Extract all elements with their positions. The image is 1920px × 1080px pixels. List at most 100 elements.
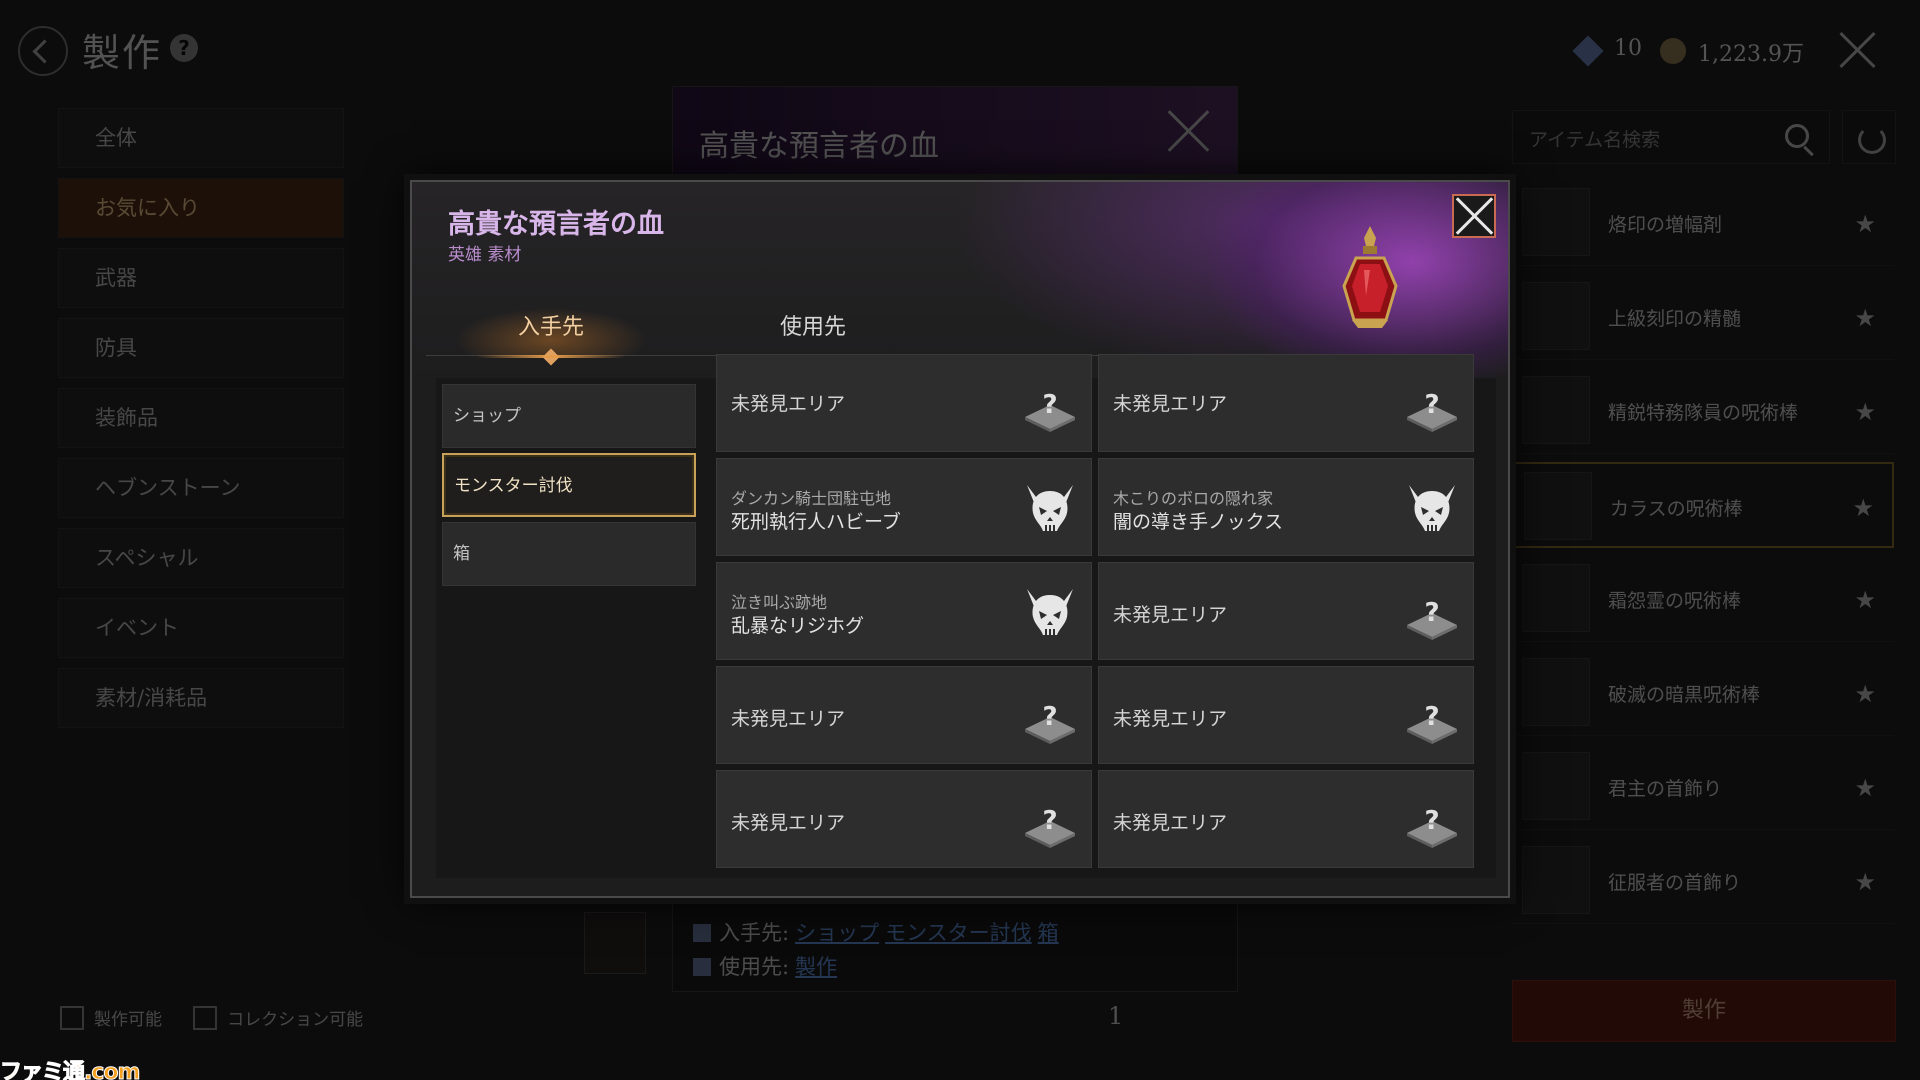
item-search-input[interactable]: アイテム名検索 <box>1512 110 1830 164</box>
entry-name: 未発見エリア <box>1113 393 1228 415</box>
category-item-special[interactable]: スペシャル <box>58 528 344 588</box>
search-icon[interactable] <box>1785 124 1809 148</box>
filter-checkboxes: 製作可能 コレクション可能 <box>60 1005 389 1034</box>
use-icon <box>693 958 711 976</box>
recipe-list: 烙印の増幅剤 ★ 上級刻印の精髄 ★ 精鋭特務隊員の呪術棒 ★ カラスの呪術棒 ★ 霜怨… <box>1512 180 1894 932</box>
star-icon[interactable]: ★ <box>1854 398 1876 426</box>
refresh-button[interactable] <box>1842 110 1896 164</box>
star-icon[interactable]: ★ <box>1854 868 1876 896</box>
top-bar: 製作 ? 10 1,223.9万 <box>0 0 1920 100</box>
source-category-monster[interactable]: モンスター討伐 <box>442 453 696 517</box>
category-item-all[interactable]: 全体 <box>58 108 344 168</box>
category-item-armor[interactable]: 防具 <box>58 318 344 378</box>
recipe-row[interactable]: 征服者の首飾り ★ <box>1512 838 1894 924</box>
use-link-craft[interactable]: 製作 <box>795 955 837 979</box>
recipe-row[interactable]: 上級刻印の精髄 ★ <box>1512 274 1894 360</box>
recipe-row[interactable]: 烙印の増幅剤 ★ <box>1512 180 1894 266</box>
entry-name: 未発見エリア <box>1113 708 1228 730</box>
category-item-weapons[interactable]: 武器 <box>58 248 344 308</box>
potion-icon <box>1342 226 1398 328</box>
item-name: 烙印の増幅剤 <box>1608 214 1723 236</box>
unknown-area-icon: ? <box>1407 702 1457 744</box>
source-entry[interactable]: 未発見エリア ? <box>1098 562 1474 660</box>
item-name: カラスの呪術棒 <box>1610 498 1743 520</box>
star-icon[interactable]: ★ <box>1854 210 1876 238</box>
modal-title: 高貴な預言者の血 <box>448 209 664 240</box>
unknown-area-icon: ? <box>1025 390 1075 432</box>
search-placeholder: アイテム名検索 <box>1529 129 1661 151</box>
source-category-box[interactable]: 箱 <box>442 522 696 586</box>
entry-area: ダンカン騎士団駐屯地 <box>731 489 892 508</box>
monster-skull-icon <box>1027 485 1073 531</box>
entry-name: 未発見エリア <box>731 393 846 415</box>
modal-content: ショップ モンスター討伐 箱 未発見エリア ? 未発見エリア ? ダンカン騎士団… <box>436 354 1496 878</box>
category-item-heavenstone[interactable]: ヘブンストーン <box>58 458 344 518</box>
star-icon[interactable]: ★ <box>1854 680 1876 708</box>
gold-count: 1,223.9万 <box>1698 42 1804 67</box>
entry-name: 乱暴なリジホグ <box>731 615 865 637</box>
source-category-shop[interactable]: ショップ <box>442 384 696 448</box>
material-thumbnail[interactable] <box>584 912 646 974</box>
tab-acquire[interactable]: 入手先 <box>446 300 656 366</box>
modal-close-button[interactable] <box>1452 194 1496 238</box>
source-entry[interactable]: ダンカン騎士団駐屯地 死刑執行人ハビーブ <box>716 458 1092 556</box>
recipe-row-selected[interactable]: カラスの呪術棒 ★ <box>1512 462 1894 548</box>
checkbox-box[interactable] <box>193 1005 218 1030</box>
item-name: 上級刻印の精髄 <box>1608 308 1742 330</box>
item-thumbnail <box>1522 564 1590 632</box>
tab-usage[interactable]: 使用先 <box>708 300 918 356</box>
category-item-materials[interactable]: 素材/消耗品 <box>58 668 344 728</box>
svg-text:?: ? <box>1424 806 1439 836</box>
category-item-accessories[interactable]: 装飾品 <box>58 388 344 448</box>
unknown-area-icon: ? <box>1407 598 1457 640</box>
svg-text:?: ? <box>1424 390 1439 420</box>
item-thumbnail <box>1524 472 1592 540</box>
entry-name: 未発見エリア <box>1113 604 1228 626</box>
help-icon[interactable]: ? <box>170 34 198 62</box>
source-entry[interactable]: 未発見エリア ? <box>716 666 1092 764</box>
star-icon[interactable]: ★ <box>1854 586 1876 614</box>
close-screen-icon[interactable] <box>1838 30 1878 70</box>
acquisition-modal: 高貴な預言者の血 英雄 素材 入手先 使用先 ショップ モンスター討伐 箱 未発… <box>410 180 1510 898</box>
source-entry[interactable]: 未発見エリア ? <box>716 354 1092 452</box>
source-link-monster[interactable]: モンスター討伐 <box>885 921 1032 945</box>
craft-button[interactable]: 製作 <box>1512 980 1896 1042</box>
star-icon[interactable]: ★ <box>1854 304 1876 332</box>
source-entry[interactable]: 木こりのボロの隠れ家 闇の導き手ノックス <box>1098 458 1474 556</box>
collectable-checkbox[interactable]: コレクション可能 <box>193 1005 363 1030</box>
category-item-event[interactable]: イベント <box>58 598 344 658</box>
source-entry[interactable]: 泣き叫ぶ跡地 乱暴なリジホグ <box>716 562 1092 660</box>
source-entry[interactable]: 未発見エリア ? <box>716 770 1092 868</box>
detail-header: 高貴な預言者の血 <box>673 87 1237 187</box>
back-button[interactable] <box>18 26 68 76</box>
recipe-row[interactable]: 君主の首飾り ★ <box>1512 744 1894 830</box>
star-icon[interactable]: ★ <box>1852 494 1874 522</box>
source-entry[interactable]: 未発見エリア ? <box>1098 666 1474 764</box>
active-tab-ornament-icon <box>542 348 560 366</box>
item-thumbnail <box>1522 658 1590 726</box>
tab-label: 入手先 <box>517 315 584 340</box>
detail-title: 高貴な預言者の血 <box>699 129 939 164</box>
entry-name: 未発見エリア <box>1113 812 1228 834</box>
source-entry[interactable]: 未発見エリア ? <box>1098 354 1474 452</box>
craftable-checkbox[interactable]: 製作可能 <box>60 1005 162 1030</box>
entry-name: 未発見エリア <box>731 708 846 730</box>
item-grade-label: 英雄 素材 <box>448 245 522 265</box>
gem-count: 10 <box>1614 36 1642 61</box>
item-thumbnail <box>1522 752 1590 820</box>
use-target-line: 使用先: 製作 <box>693 951 837 981</box>
close-icon[interactable] <box>1167 109 1211 153</box>
svg-text:?: ? <box>1042 806 1057 836</box>
star-icon[interactable]: ★ <box>1854 774 1876 802</box>
item-thumbnail <box>1522 188 1590 256</box>
svg-text:?: ? <box>1424 598 1439 628</box>
source-entry[interactable]: 未発見エリア ? <box>1098 770 1474 868</box>
source-link-box[interactable]: 箱 <box>1038 921 1059 945</box>
entry-area: 木こりのボロの隠れ家 <box>1113 489 1274 508</box>
recipe-row[interactable]: 精鋭特務隊員の呪術棒 ★ <box>1512 368 1894 454</box>
category-item-favorites[interactable]: お気に入り <box>58 178 344 238</box>
checkbox-box[interactable] <box>60 1005 84 1030</box>
source-link-shop[interactable]: ショップ <box>795 921 879 945</box>
recipe-row[interactable]: 霜怨霊の呪術棒 ★ <box>1512 556 1894 642</box>
recipe-row[interactable]: 破滅の暗黒呪術棒 ★ <box>1512 650 1894 736</box>
